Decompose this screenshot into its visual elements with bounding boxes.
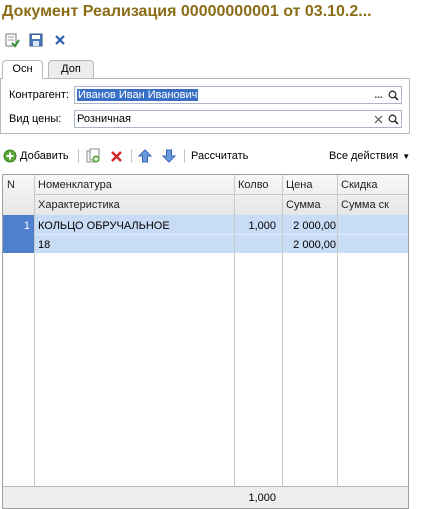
add-icon [3,149,17,163]
table-command-bar: Добавить Рассчитать Все действия ▼ [0,146,412,166]
sum-cell[interactable]: 2 000,00 [293,239,336,251]
table-header: N Номенклатура Колво Цена Скидка Характе… [3,175,408,216]
all-actions-label: Все действия [329,150,399,162]
window-title: Документ Реализация 00000000001 от 03.10… [2,3,372,20]
table-footer: 1,000 [3,486,408,508]
column-header-price[interactable]: Цена [286,179,312,191]
counterparty-search-button[interactable] [386,87,401,103]
tab-additional-label: Доп [61,63,81,75]
column-header-sum[interactable]: Сумма [286,199,321,211]
qty-cell[interactable]: 1,000 [248,220,276,232]
characteristic-cell[interactable]: 18 [38,239,50,251]
row-number-cell: 1 [3,215,34,253]
row-number: 1 [23,220,30,232]
arrow-up-icon [138,149,152,163]
search-icon [388,90,399,101]
arrow-down-icon [162,149,176,163]
price-type-value: Розничная [77,113,131,125]
save-icon [29,33,43,47]
copy-row-icon [86,148,100,163]
separator [184,149,185,163]
price-type-clear-button[interactable] [371,111,386,127]
post-and-close-button[interactable] [3,31,21,49]
footer-qty-total: 1,000 [248,492,276,504]
save-button[interactable] [27,31,45,49]
table-row[interactable]: 1 КОЛЬЦО ОБРУЧАЛЬНОЕ 18 1,000 2 000,00 2… [3,215,408,253]
price-type-field[interactable]: Розничная [74,110,402,128]
price-type-search-button[interactable] [386,111,401,127]
goods-table[interactable]: N Номенклатура Колво Цена Скидка Характе… [2,174,409,509]
tab-additional[interactable]: Доп [48,60,94,78]
delete-row-button[interactable] [110,146,123,166]
delete-icon [111,150,122,162]
main-tab-panel: Контрагент: Иванов Иван Иванович ... Вид… [0,78,410,134]
tab-main[interactable]: Осн [2,60,43,79]
copy-row-button[interactable] [85,146,101,166]
add-label: Добавить [20,150,69,162]
tab-main-label: Осн [12,63,33,75]
recalculate-label: Рассчитать [191,150,249,162]
chevron-down-icon: ▼ [402,151,411,161]
recalculate-button[interactable]: Рассчитать [191,146,248,166]
counterparty-select-button[interactable]: ... [371,87,386,103]
move-down-button[interactable] [162,146,176,166]
separator [78,149,79,163]
column-header-n[interactable]: N [7,179,15,191]
counterparty-label: Контрагент: [9,89,69,101]
price-cell[interactable]: 2 000,00 [293,220,336,232]
search-icon [388,114,399,125]
price-type-label: Вид цены: [9,113,62,125]
item-cell[interactable]: КОЛЬЦО ОБРУЧАЛЬНОЕ [38,220,170,232]
ellipsis-icon: ... [374,89,383,101]
all-actions-menu[interactable]: Все действия ▼ [329,146,410,166]
separator [131,149,132,163]
close-icon [55,35,65,45]
counterparty-value: Иванов Иван Иванович [77,89,199,101]
close-button[interactable] [51,31,69,49]
column-header-qty[interactable]: Колво [238,179,269,191]
column-header-discount-sum[interactable]: Сумма ск [341,199,389,211]
post-and-close-icon [5,33,20,48]
column-header-item[interactable]: Номенклатура [38,179,112,191]
move-up-button[interactable] [138,146,152,166]
column-header-characteristic[interactable]: Характеристика [38,199,120,211]
clear-icon [374,115,383,123]
column-header-discount[interactable]: Скидка [341,179,378,191]
add-button[interactable]: Добавить [3,146,69,166]
counterparty-field[interactable]: Иванов Иван Иванович ... [74,86,402,104]
